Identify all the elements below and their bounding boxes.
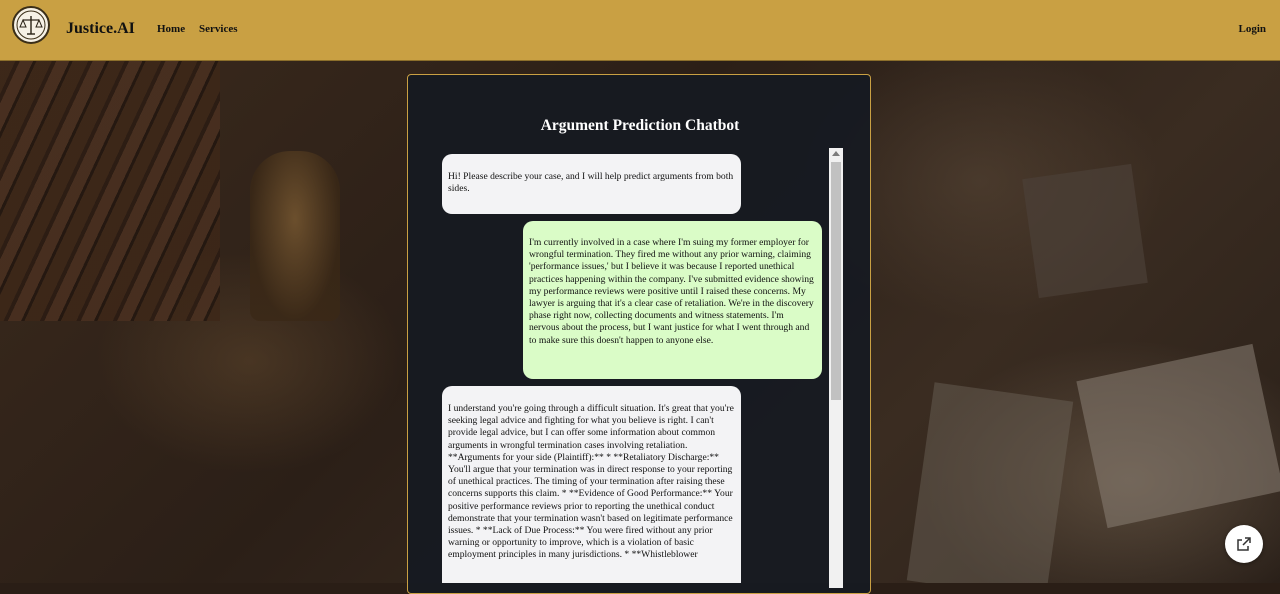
box-decoration <box>1022 163 1148 299</box>
scroll-up-arrow-icon[interactable] <box>832 151 840 156</box>
bot-message: I understand you're going through a diff… <box>442 386 741 583</box>
nav-services-link[interactable]: Services <box>199 23 237 35</box>
papers-decoration <box>906 382 1074 583</box>
bot-message: Hi! Please describe your case, and I wil… <box>442 154 741 214</box>
lamp-decoration <box>250 151 340 321</box>
papers-decoration <box>1076 343 1280 529</box>
navbar: Justice.AI Home Services Login <box>0 0 1280 61</box>
brand-name[interactable]: Justice.AI <box>66 20 135 38</box>
user-message: I'm currently involved in a case where I… <box>523 221 822 379</box>
login-link[interactable]: Login <box>1238 23 1266 35</box>
scroll-thumb[interactable] <box>831 162 841 400</box>
chat-scrollbar[interactable] <box>829 148 843 588</box>
chat-messages[interactable]: Hi! Please describe your case, and I wil… <box>442 74 844 583</box>
bookshelf-decoration <box>0 61 220 321</box>
nav-home-link[interactable]: Home <box>157 23 185 35</box>
scales-of-justice-icon[interactable] <box>12 6 50 44</box>
external-link-button[interactable] <box>1225 525 1263 563</box>
external-link-icon <box>1237 537 1251 551</box>
